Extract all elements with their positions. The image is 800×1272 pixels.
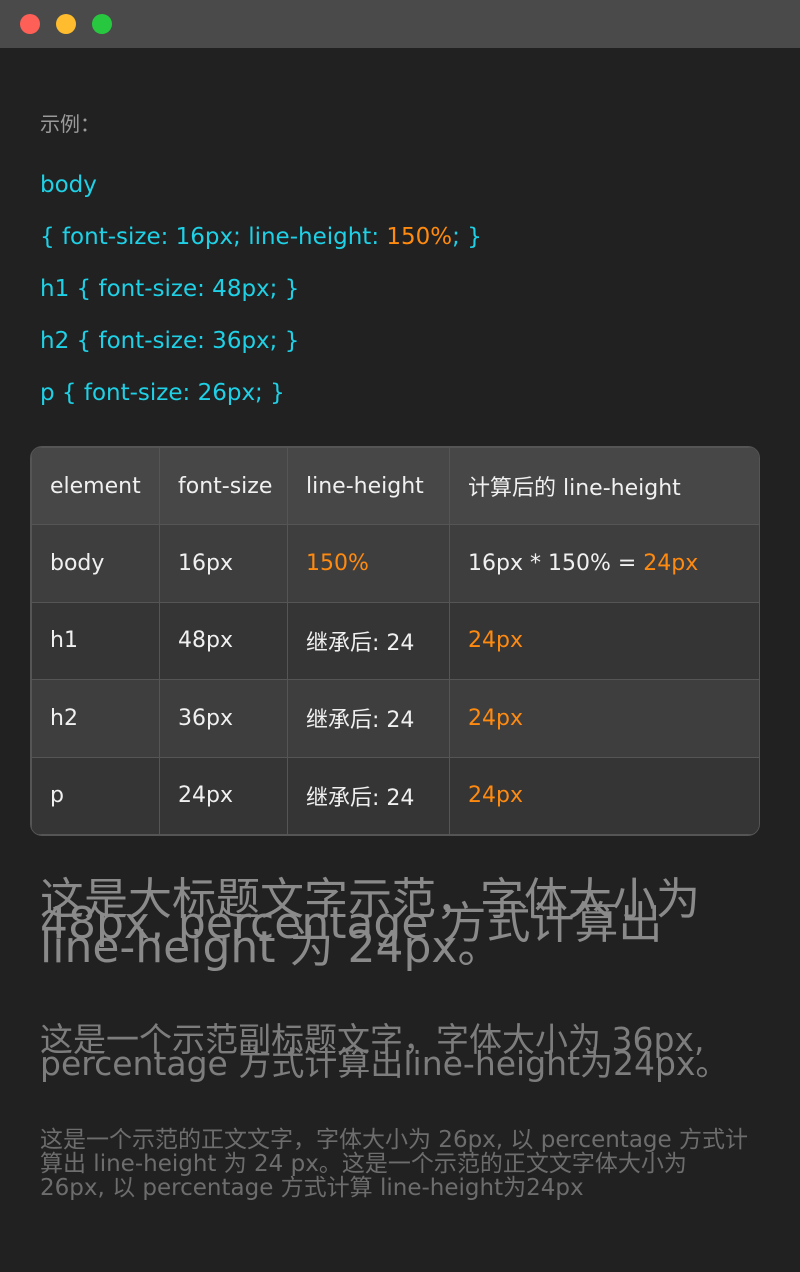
computed-formula: 16px * 150% = [468,551,644,577]
header-element: element [31,447,160,526]
cell-font-size: 16px [159,524,288,603]
cell-computed: 16px * 150% = 24px [449,524,759,603]
sample-heading-1: 这是大标题文字示范，字体大小为 48px, percentage 方式计算出 l… [40,874,700,973]
line-height-table: element font-size line-height 计算后的 line-… [30,446,760,836]
cell-line-height: 继承后: 24 [287,601,450,681]
cell-element: body [31,524,160,603]
app-window: 示例： body { font-size: 16px; line-height:… [0,0,800,1272]
sample-paragraph: 这是一个示范的正文文字，字体大小为 26px, 以 percentage 方式计… [40,1127,748,1201]
cell-font-size: 48px [159,601,288,681]
cell-element: p [31,756,160,835]
cell-element: h1 [31,601,160,681]
cell-computed: 24px [449,679,759,758]
table-row: body 16px 150% 16px * 150% = 24px [31,524,759,603]
cell-line-height: 150% [287,524,450,603]
header-font-size: font-size [159,447,288,526]
code-highlight: 150% [386,224,453,250]
table-row: h2 36px 继承后: 24 24px [31,679,759,758]
code-line-body-rule: { font-size: 16px; line-height: 150%; } [40,224,482,250]
code-line-p: p { font-size: 26px; } [40,380,285,406]
cell-element: h2 [31,679,160,758]
code-text: { font-size: 16px; line-height: [40,224,387,250]
code-line-h2: h2 { font-size: 36px; } [40,328,300,354]
example-label: 示例： [40,112,100,136]
close-window-button[interactable] [20,14,40,34]
cell-line-height: 继承后: 24 [287,756,450,835]
header-line-height: line-height [287,447,450,526]
cell-computed: 24px [449,601,759,681]
content-area: 示例： body { font-size: 16px; line-height:… [0,48,800,1272]
code-text: ; } [452,224,482,250]
header-computed-line-height: 计算后的 line-height [449,447,759,526]
cell-computed: 24px [449,756,759,835]
maximize-window-button[interactable] [92,14,112,34]
computed-value: 24px [643,551,699,577]
cell-font-size: 24px [159,756,288,835]
title-bar [0,0,800,48]
cell-line-height: 继承后: 24 [287,679,450,758]
code-line-h1: h1 { font-size: 48px; } [40,276,300,302]
table-row: h1 48px 继承后: 24 24px [31,601,759,681]
cell-font-size: 36px [159,679,288,758]
table-header-row: element font-size line-height 计算后的 line-… [31,447,759,526]
table-row: p 24px 继承后: 24 24px [31,756,759,835]
sample-heading-2: 这是一个示范副标题文字，字体大小为 36px, percentage 方式计算出… [40,1020,729,1083]
code-line-body: body [40,172,97,198]
minimize-window-button[interactable] [56,14,76,34]
